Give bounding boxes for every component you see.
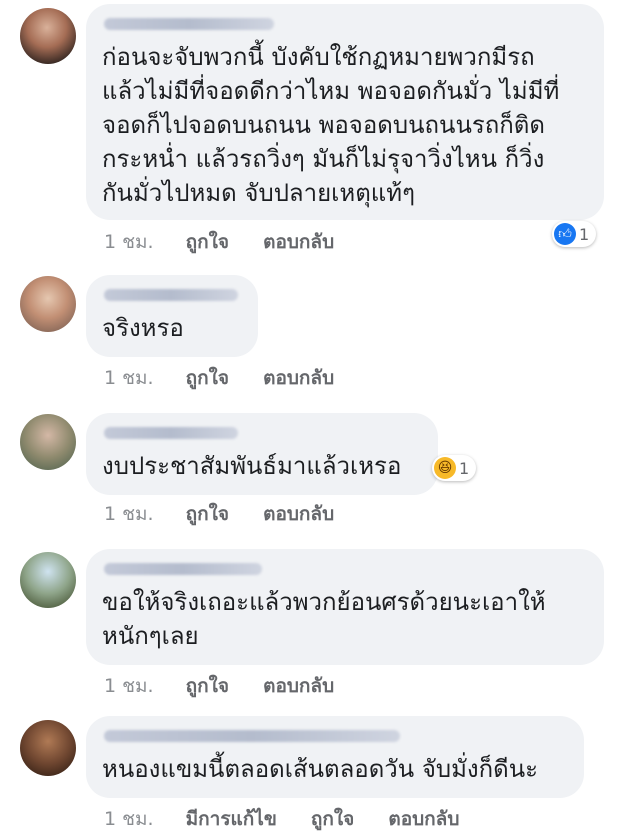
comment-line: ก่อนจะจับพวกนี้ บังคับใช้กฏหมายพวกมีรถ [102,43,535,71]
like-link[interactable]: ถูกใจ [311,805,354,833]
comment-timestamp[interactable]: 1 ชม. [104,500,154,528]
comment-line: งบประชาสัมพันธ์มาแล้วเหรอ [102,452,402,480]
comment-line: กันมั่วไปหมด จับปลายเหตุแท้ๆ [102,179,415,207]
reaction-summary[interactable]: 😆︎ 1 [432,455,477,481]
comment-author-name[interactable] [104,730,400,742]
comment-timestamp[interactable]: 1 ชม. [104,805,154,833]
comment-bubble: หนองแขมนี้ตลอดเส้นตลอดวัน จับมั่งก็ดีนะ [86,716,584,798]
comment-author-name[interactable] [104,427,238,439]
comment-meta: 1 ชม. ถูกใจ ตอบกลับ [104,672,362,700]
like-icon: 👍︎ [554,223,576,245]
reaction-count: 1 [459,458,470,478]
avatar[interactable] [20,552,76,608]
reply-link[interactable]: ตอบกลับ [263,672,334,700]
like-link[interactable]: ถูกใจ [186,364,229,392]
comment-line: แล้วไม่มีที่จอดดีกว่าไหม พอจอดกันมั่ว ไม… [102,77,560,105]
like-link[interactable]: ถูกใจ [186,500,229,528]
comment-bubble: ก่อนจะจับพวกนี้ บังคับใช้กฏหมายพวกมีรถ แ… [86,4,604,220]
avatar[interactable] [20,720,76,776]
comment-timestamp[interactable]: 1 ชม. [104,672,154,700]
reply-link[interactable]: ตอบกลับ [263,500,334,528]
comment-line: กระหน่ำ แล้วรถวิ่งๆ มันก็ไม่รุจาวิ่งไหน … [102,145,545,173]
comment-meta: 1 ชม. ถูกใจ ตอบกลับ [104,500,362,528]
comment-timestamp[interactable]: 1 ชม. [104,228,154,256]
comment-line: หนักๆเลย [102,622,199,650]
reply-link[interactable]: ตอบกลับ [263,364,334,392]
comment-line: จอดก็ไปจอดบนถนน พอจอดบนถนนรถก็ติด [102,111,545,139]
reaction-summary[interactable]: 👍︎ 1 [552,221,597,247]
comment-bubble: งบประชาสัมพันธ์มาแล้วเหรอ [86,413,438,495]
avatar[interactable] [20,8,76,64]
like-link[interactable]: ถูกใจ [186,228,229,256]
comment-line: จริงหรอ [102,314,184,342]
edited-label: มีการแก้ไข [185,808,277,830]
comment-bubble: ขอให้จริงเถอะแล้วพวกย้อนศรด้วยนะเอาให้ ห… [86,549,604,665]
haha-icon: 😆︎ [434,457,456,479]
comment-meta: 1 ชม. ถูกใจ ตอบกลับ [104,228,362,256]
comment-bubble: จริงหรอ [86,275,258,357]
comment-line: ขอให้จริงเถอะแล้วพวกย้อนศรด้วยนะเอาให้ [102,588,546,616]
comment-author-name[interactable] [104,289,238,301]
reply-link[interactable]: ตอบกลับ [263,228,334,256]
comment-meta: 1 ชม. ถูกใจ ตอบกลับ [104,364,362,392]
comment-timestamp[interactable]: 1 ชม. [104,364,154,392]
comment-author-name[interactable] [104,563,262,575]
reply-link[interactable]: ตอบกลับ [388,805,459,833]
comment-line: หนองแขมนี้ตลอดเส้นตลอดวัน จับมั่งก็ดีนะ [102,755,539,783]
reaction-count: 1 [579,224,590,244]
avatar[interactable] [20,414,76,470]
avatar[interactable] [20,276,76,332]
comment-author-name[interactable] [104,18,274,30]
comment-meta: 1 ชม. มีการแก้ไข ถูกใจ ตอบกลับ [104,805,487,833]
like-link[interactable]: ถูกใจ [186,672,229,700]
